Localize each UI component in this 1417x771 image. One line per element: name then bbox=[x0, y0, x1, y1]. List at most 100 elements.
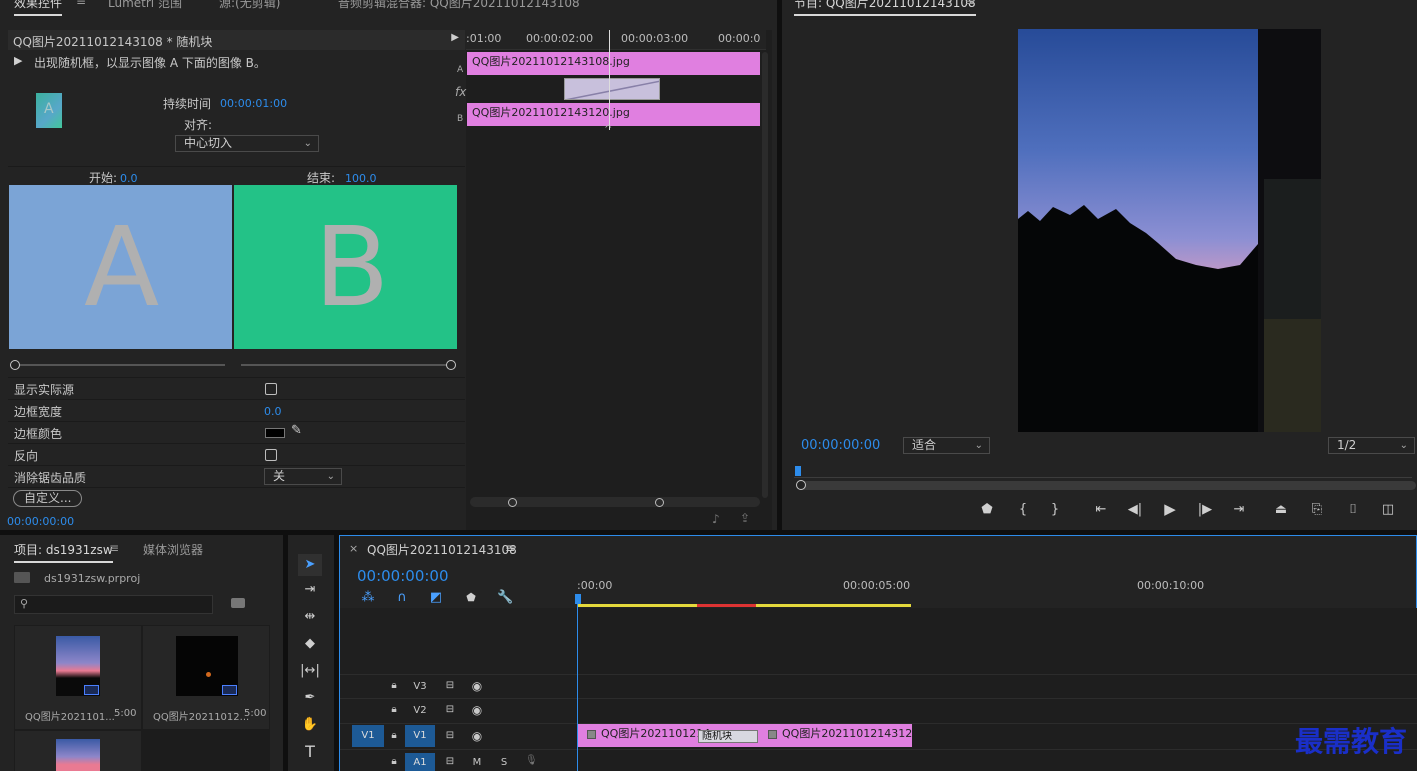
timeline-playhead-marker[interactable] bbox=[575, 594, 581, 604]
hand-tool-icon[interactable]: ✋ bbox=[300, 717, 320, 733]
slip-tool-icon[interactable]: |↔| bbox=[300, 663, 320, 679]
tab-media-browser[interactable]: 媒体浏览器 bbox=[143, 541, 203, 558]
lock-icon[interactable]: 🔒︎ bbox=[388, 730, 400, 741]
program-zoom-bar[interactable] bbox=[798, 481, 1416, 490]
duration-value[interactable]: 00:00:01:00 bbox=[220, 97, 287, 110]
go-to-in-icon[interactable]: ⇤ bbox=[1091, 502, 1111, 518]
play-only-icon[interactable]: ▶ bbox=[451, 32, 459, 43]
fit-dropdown[interactable]: 适合 ⌄ bbox=[903, 437, 990, 454]
track-target-a1[interactable]: A1 bbox=[405, 753, 435, 771]
audio-icon[interactable]: ♪ bbox=[712, 512, 720, 526]
close-icon[interactable]: × bbox=[349, 542, 358, 555]
project-search-input[interactable]: ⚲ bbox=[14, 595, 213, 614]
go-to-out-icon[interactable]: ⇥ bbox=[1229, 502, 1249, 518]
end-value[interactable]: 100.0 bbox=[345, 172, 377, 185]
linked-selection-icon[interactable]: ◩ bbox=[428, 590, 444, 606]
end-slider-handle[interactable] bbox=[446, 360, 456, 370]
mark-in-icon[interactable]: { bbox=[1015, 502, 1031, 518]
border-color-swatch[interactable] bbox=[265, 428, 285, 438]
export-frame-icon[interactable]: ⌷ bbox=[1343, 502, 1363, 518]
play-icon[interactable]: ▶ bbox=[1161, 501, 1179, 517]
mini-hscroll-handle-left[interactable] bbox=[508, 498, 517, 507]
program-menu-icon[interactable]: ≡ bbox=[965, 0, 975, 8]
sequence-tab[interactable]: QQ图片20211012143108 bbox=[367, 541, 517, 558]
extract-icon[interactable]: ⎘ bbox=[1307, 502, 1327, 518]
snap-magnet-icon[interactable]: ∩ bbox=[394, 590, 410, 606]
solo-button[interactable]: S bbox=[498, 757, 510, 768]
eye-icon[interactable]: ◉ bbox=[469, 679, 485, 693]
reverse-checkbox[interactable] bbox=[265, 449, 277, 461]
mark-out-icon[interactable]: } bbox=[1047, 502, 1063, 518]
mini-playhead[interactable] bbox=[609, 30, 610, 130]
effect-controls-timecode[interactable]: 00:00:00:00 bbox=[7, 515, 74, 528]
mini-transition[interactable] bbox=[564, 78, 660, 100]
program-timecode[interactable]: 00:00:00:00 bbox=[801, 438, 880, 453]
quality-dropdown[interactable]: 1/2 ⌄ bbox=[1328, 437, 1415, 454]
pen-tool-icon[interactable]: ✒ bbox=[300, 690, 320, 706]
timeline-transition[interactable]: 随机块 bbox=[698, 730, 758, 743]
mini-clip-a[interactable]: QQ图片20211012143108.jpg bbox=[467, 52, 760, 75]
add-marker-icon[interactable]: ⬟ bbox=[979, 502, 995, 518]
program-video-frame[interactable] bbox=[1018, 29, 1321, 432]
mini-hscroll-handle-right[interactable] bbox=[655, 498, 664, 507]
add-marker-icon[interactable]: ⬟ bbox=[463, 590, 479, 606]
mute-button[interactable]: M bbox=[471, 757, 483, 768]
find-icon[interactable] bbox=[231, 598, 245, 608]
ripple-edit-tool-icon[interactable]: ⇹ bbox=[300, 609, 320, 625]
step-back-icon[interactable]: ◀| bbox=[1126, 502, 1144, 518]
lift-icon[interactable]: ⏏ bbox=[1271, 502, 1291, 518]
program-zoom-handle[interactable] bbox=[796, 480, 806, 490]
eyedropper-icon[interactable]: ✎ bbox=[291, 423, 302, 438]
tab-lumetri-scopes[interactable]: Lumetri 范围 bbox=[108, 0, 182, 11]
tab-audio-clip-mixer[interactable]: 音频剪辑混合器: QQ图片20211012143108 bbox=[338, 0, 580, 11]
timeline-clip-2[interactable]: QQ图片20211012143120.jpg bbox=[758, 724, 912, 747]
show-actual-checkbox[interactable] bbox=[265, 383, 277, 395]
start-slider-handle[interactable] bbox=[10, 360, 20, 370]
start-slider-track[interactable] bbox=[15, 364, 225, 366]
play-preview-icon[interactable]: ▶ bbox=[14, 54, 22, 67]
project-menu-icon[interactable]: ≡ bbox=[109, 541, 119, 555]
sync-lock-icon[interactable]: ⊟ bbox=[443, 680, 457, 691]
eye-icon[interactable]: ◉ bbox=[469, 729, 485, 743]
microphone-icon[interactable]: 🎙︎ bbox=[525, 755, 538, 766]
track-select-tool-icon[interactable]: ⇥ bbox=[300, 582, 320, 598]
nest-icon[interactable]: ⁂ bbox=[360, 590, 376, 606]
lock-icon[interactable]: 🔒︎ bbox=[388, 756, 400, 767]
project-item[interactable]: QQ图片20211012... 5:00 bbox=[143, 626, 269, 729]
wrench-icon[interactable]: 🔧 bbox=[497, 590, 513, 606]
sync-lock-icon[interactable]: ⊟ bbox=[443, 756, 457, 767]
timeline-ruler[interactable]: :00:00 00:00:05:00 00:00:10:00 bbox=[575, 574, 1417, 608]
mini-vscroll[interactable] bbox=[762, 52, 768, 498]
tab-menu-icon[interactable]: ≡ bbox=[76, 0, 86, 8]
tab-source[interactable]: 源:(无剪辑) bbox=[219, 0, 280, 11]
antialias-dropdown[interactable]: 关 ⌄ bbox=[264, 468, 342, 485]
sync-lock-icon[interactable]: ⊟ bbox=[443, 704, 457, 715]
eye-icon[interactable]: ◉ bbox=[469, 703, 485, 717]
lock-icon[interactable]: 🔒︎ bbox=[388, 704, 400, 715]
sequence-menu-icon[interactable]: ≡ bbox=[505, 541, 515, 555]
type-tool-icon[interactable]: T bbox=[300, 744, 320, 760]
start-value[interactable]: 0.0 bbox=[120, 172, 138, 185]
tab-project[interactable]: 项目: ds1931zsw bbox=[14, 541, 113, 563]
razor-tool-icon[interactable]: ◆ bbox=[300, 636, 320, 652]
export-icon[interactable]: ⇪ bbox=[740, 511, 750, 525]
selection-tool-icon[interactable]: ➤ bbox=[298, 554, 322, 576]
timeline-timecode[interactable]: 00:00:00:00 bbox=[357, 567, 449, 585]
comparison-view-icon[interactable]: ◫ bbox=[1378, 502, 1398, 518]
end-slider-track[interactable] bbox=[241, 364, 451, 366]
project-item[interactable] bbox=[15, 731, 141, 771]
track-target-v1[interactable]: V1 bbox=[405, 725, 435, 747]
tab-effect-controls[interactable]: 效果控件 bbox=[14, 0, 63, 16]
step-forward-icon[interactable]: |▶ bbox=[1196, 502, 1214, 518]
source-patch-v1[interactable]: V1 bbox=[352, 725, 384, 747]
program-scrub-ruler[interactable] bbox=[794, 464, 1412, 478]
border-width-value[interactable]: 0.0 bbox=[264, 405, 282, 418]
custom-button[interactable]: 自定义... bbox=[13, 490, 83, 507]
program-playhead-marker[interactable] bbox=[795, 466, 801, 476]
align-dropdown[interactable]: 中心切入 ⌄ bbox=[175, 135, 319, 152]
program-monitor-title[interactable]: 节目: QQ图片20211012143108 bbox=[794, 0, 976, 16]
mini-ruler[interactable]: :01:00 00:00:02:00 00:00:03:00 00:00:0 bbox=[466, 30, 766, 50]
mini-clip-b[interactable]: QQ图片20211012143120.jpg bbox=[467, 103, 760, 126]
timeline-playhead-line[interactable] bbox=[577, 604, 578, 771]
project-item[interactable]: QQ图片2021101... 5:00 bbox=[15, 626, 141, 729]
